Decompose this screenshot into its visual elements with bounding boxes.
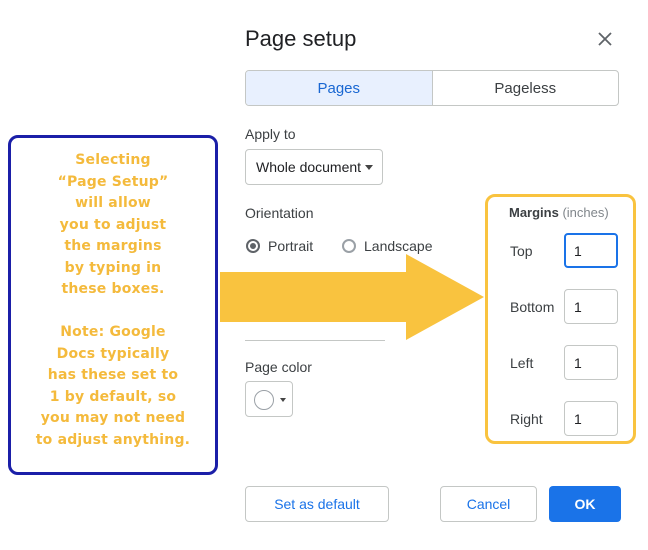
annotation-line: will allow [75, 195, 151, 211]
set-as-default-button[interactable]: Set as default [245, 486, 389, 522]
ok-button[interactable]: OK [549, 486, 621, 522]
margin-bottom-label: Bottom [510, 299, 555, 315]
margins-title: Margins (inches) [509, 205, 609, 220]
close-button[interactable] [594, 28, 616, 50]
caret-down-icon [280, 398, 286, 402]
apply-to-value: Whole document [256, 159, 362, 175]
tab-group: Pages Pageless [245, 70, 619, 106]
apply-to-select[interactable]: Whole document [245, 149, 383, 185]
orientation-landscape[interactable]: Landscape [342, 238, 433, 254]
page-color-label: Page color [245, 359, 312, 375]
dialog-title: Page setup [245, 26, 357, 51]
annotation-line: the margins [64, 238, 162, 254]
portrait-label: Portrait [268, 238, 314, 254]
cancel-button[interactable]: Cancel [440, 486, 537, 522]
annotation-line: Docs typically [56, 345, 170, 362]
page-color-button[interactable] [245, 381, 293, 417]
annotation-line: 1 by default, so [49, 388, 177, 405]
margin-right-input[interactable]: 1 [564, 401, 618, 436]
annotation-line: Note: Google [60, 324, 166, 340]
orientation-portrait[interactable]: Portrait [246, 238, 313, 254]
tab-pageless[interactable]: Pageless [433, 71, 619, 105]
annotation-line: you may not need [40, 410, 186, 426]
color-swatch [254, 390, 274, 410]
annotation-note: Selecting “Page Setup” will allow you to… [8, 135, 218, 475]
margins-title-text: Margins [509, 205, 559, 220]
annotation-line: to adjust anything. [35, 431, 191, 448]
margin-left-label: Left [510, 355, 534, 371]
arrow-right-icon [220, 254, 484, 340]
landscape-label: Landscape [364, 238, 433, 254]
annotation-line: has these set to [47, 367, 179, 383]
annotation-line: by typing in [64, 259, 162, 276]
radio-checked-icon [246, 239, 260, 253]
margin-top-input[interactable]: 1 [564, 233, 618, 268]
orientation-label: Orientation [245, 205, 314, 221]
caret-down-icon [365, 165, 373, 170]
margin-bottom-input[interactable]: 1 [564, 289, 618, 324]
annotation-line: “Page Setup” [57, 173, 169, 190]
annotation-line: you to adjust [59, 216, 167, 233]
annotation-line: these boxes. [61, 281, 165, 297]
margins-unit: (inches) [562, 205, 609, 220]
margin-right-label: Right [510, 411, 543, 427]
radio-unchecked-icon [342, 239, 356, 253]
close-icon [598, 32, 612, 46]
margin-left-input[interactable]: 1 [564, 345, 618, 380]
tab-pages[interactable]: Pages [246, 71, 433, 105]
annotation-line: Selecting [75, 152, 151, 168]
apply-to-label: Apply to [245, 126, 296, 142]
margin-top-label: Top [510, 243, 533, 259]
